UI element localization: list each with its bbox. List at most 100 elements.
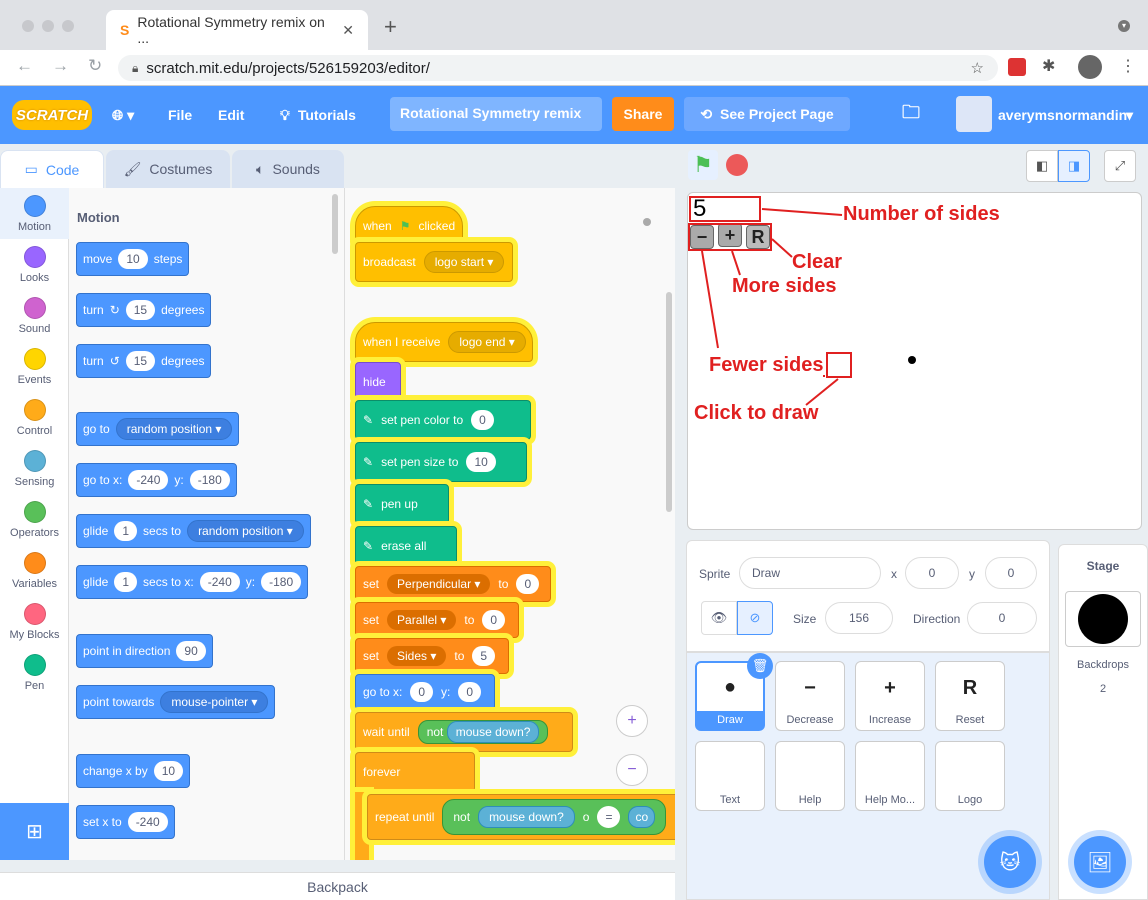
turn-left-input[interactable]: 15: [125, 351, 156, 371]
glide-secs-input[interactable]: 1: [114, 521, 138, 541]
block-go-to-xy-script[interactable]: go to x: 0 y: 0: [355, 674, 495, 710]
block-hide[interactable]: hide: [355, 362, 401, 402]
backpack-bar[interactable]: Backpack: [0, 872, 675, 900]
glide-secs-input[interactable]: 1: [114, 572, 138, 592]
account-chevron-icon[interactable]: ▾: [1126, 86, 1133, 144]
my-stuff-folder-icon[interactable]: 🗀: [902, 86, 920, 144]
block-set-perpendicular[interactable]: set Perpendicular ▾ to 0: [355, 566, 551, 602]
see-project-page-button[interactable]: ⟲ See Project Page: [684, 97, 850, 131]
normal-stage-icon[interactable]: ◨: [1058, 150, 1090, 182]
broadcast-dropdown[interactable]: logo start ▾: [423, 251, 505, 273]
delete-sprite-icon[interactable]: 🗑︎: [747, 653, 773, 679]
move-steps-input[interactable]: 10: [118, 249, 148, 269]
block-go-to[interactable]: go to random position ▾: [76, 412, 240, 446]
category-operators[interactable]: Operators: [0, 494, 69, 545]
sprite-name-input[interactable]: Draw: [739, 557, 881, 589]
block-point-in-direction[interactable]: point in direction 90: [76, 634, 213, 668]
sprite-tile[interactable]: Help: [775, 741, 845, 811]
block-set-pen-color[interactable]: ✎ set pen color to 0: [355, 400, 531, 440]
stage-canvas[interactable]: 5 − + R Number of sides Clear More sides…: [687, 192, 1142, 530]
sprite-tile[interactable]: R Reset: [935, 661, 1005, 731]
cut-off-reporter[interactable]: co: [628, 806, 656, 828]
category-sound[interactable]: Sound: [0, 290, 69, 341]
draw-target-box[interactable]: [826, 352, 852, 378]
hide-eye-icon[interactable]: ⊘: [737, 601, 773, 635]
sprite-tile[interactable]: Help Mo...: [855, 741, 925, 811]
choose-backdrop-button[interactable]: 🖼︎: [1074, 836, 1126, 888]
browser-tab[interactable]: S Rotational Symmetry remix on ... ✕: [106, 10, 368, 50]
share-button[interactable]: Share: [612, 97, 674, 131]
browser-menu-icon[interactable]: ⋮: [1120, 56, 1136, 76]
block-pen-up[interactable]: ✎ pen up: [355, 484, 449, 524]
set-value-input[interactable]: 5: [472, 646, 496, 666]
change-x-input[interactable]: 10: [153, 761, 184, 781]
file-menu[interactable]: File: [168, 86, 192, 144]
pen-size-input[interactable]: 10: [466, 452, 496, 472]
bookmark-star-icon[interactable]: ☆: [971, 59, 984, 77]
pen-color-input[interactable]: 0: [471, 410, 494, 430]
block-set-pen-size[interactable]: ✎ set pen size to 10: [355, 442, 527, 482]
sprite-size-input[interactable]: 156: [825, 602, 893, 634]
tab-search-icon[interactable]: ▾: [1118, 20, 1130, 32]
block-go-to-xy[interactable]: go to x: -240 y: -180: [76, 463, 237, 497]
block-wait-until[interactable]: wait until not mouse down?: [355, 712, 573, 752]
block-set-x[interactable]: set x to -240: [76, 805, 175, 839]
block-erase-all[interactable]: ✎ erase all: [355, 526, 457, 566]
gotoxy-x-input[interactable]: -240: [128, 470, 169, 490]
var-dropdown-parallel[interactable]: Parallel ▾: [387, 610, 457, 630]
sprite-x-input[interactable]: 0: [905, 557, 959, 589]
back-arrow-icon[interactable]: ←: [16, 56, 33, 76]
url-field[interactable]: 🔒︎ scratch.mit.edu/projects/526159203/ed…: [118, 55, 998, 81]
sprite-tile[interactable]: ● Draw 🗑︎: [695, 653, 773, 731]
set-value-input[interactable]: 0: [482, 610, 506, 630]
block-broadcast[interactable]: broadcast logo start ▾: [355, 242, 513, 282]
block-point-towards[interactable]: point towards mouse-pointer ▾: [76, 685, 276, 719]
tutorials-menu[interactable]: 💡︎ Tutorials: [280, 86, 356, 144]
sprite-tile[interactable]: − Decrease: [775, 661, 845, 731]
category-looks[interactable]: Looks: [0, 239, 69, 290]
show-eye-icon[interactable]: 👁︎: [701, 601, 737, 635]
block-turn-left[interactable]: turn ↺ 15 degrees: [76, 344, 212, 378]
window-zoom-button[interactable]: [62, 20, 74, 32]
reload-icon[interactable]: ↻: [88, 56, 102, 76]
sprite-tile[interactable]: Text: [695, 741, 765, 811]
extension-icon[interactable]: [1008, 58, 1026, 76]
category-motion[interactable]: Motion: [0, 188, 69, 239]
glide-y-input[interactable]: -180: [261, 572, 302, 592]
set-x-input[interactable]: -240: [127, 812, 168, 832]
script-scrollbar[interactable]: [666, 292, 672, 512]
choose-sprite-button[interactable]: 🐱︎: [984, 836, 1036, 888]
username-menu[interactable]: averymsnormandin: [998, 86, 1127, 144]
sprite-y-input[interactable]: 0: [985, 557, 1037, 589]
script-area[interactable]: when ⚑ clicked broadcast logo start ▾ when …: [345, 188, 675, 860]
point-towards-dropdown[interactable]: mouse-pointer ▾: [160, 691, 269, 713]
equals-operator[interactable]: =: [597, 806, 621, 828]
not-operator[interactable]: not mouse down?: [417, 720, 549, 744]
palette-scrollbar[interactable]: [332, 194, 338, 254]
zoom-in-button[interactable]: +: [616, 705, 648, 737]
forward-arrow-icon[interactable]: →: [52, 56, 69, 76]
user-avatar[interactable]: [956, 96, 992, 132]
block-turn-right[interactable]: turn ↻ 15 degrees: [76, 293, 212, 327]
block-change-x[interactable]: change x by 10: [76, 754, 191, 788]
block-set-parallel[interactable]: set Parallel ▾ to 0: [355, 602, 519, 638]
project-title-input[interactable]: Rotational Symmetry remix: [390, 97, 602, 131]
sprite-tile[interactable]: + Increase: [855, 661, 925, 731]
mouse-down-sensor[interactable]: mouse down?: [446, 721, 540, 743]
goto-dropdown[interactable]: random position ▾: [115, 418, 233, 440]
tab-code[interactable]: ▭ Code: [0, 150, 104, 188]
block-set-sides[interactable]: set Sides ▾ to 5: [355, 638, 509, 674]
tab-close-icon[interactable]: ✕: [342, 22, 354, 39]
glide-dropdown[interactable]: random position ▾: [187, 520, 304, 542]
y-input[interactable]: 0: [458, 682, 482, 702]
green-flag-button[interactable]: ⚑: [688, 150, 718, 180]
edit-menu[interactable]: Edit: [218, 86, 244, 144]
language-globe-icon[interactable]: 🌐︎ ▾: [112, 86, 134, 144]
category-events[interactable]: Events: [0, 341, 69, 392]
category-sensing[interactable]: Sensing: [0, 443, 69, 494]
block-move[interactable]: move 10 steps: [76, 242, 190, 276]
tab-sounds[interactable]: 🔈︎ Sounds: [232, 150, 344, 188]
not-operator[interactable]: not mouse down? o = co: [442, 799, 667, 835]
extensions-puzzle-icon[interactable]: ✱: [1042, 56, 1055, 76]
gotoxy-y-input[interactable]: -180: [189, 470, 230, 490]
